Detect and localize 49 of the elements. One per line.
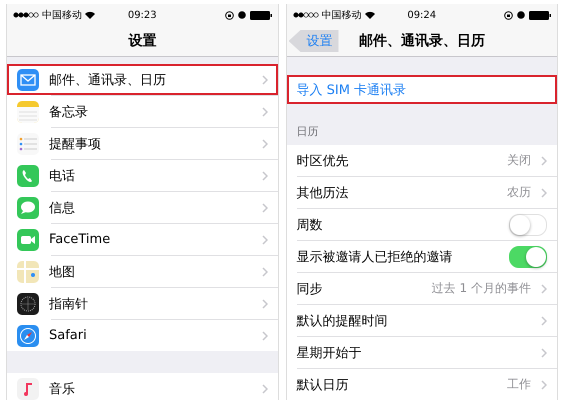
row-label: 指南针	[49, 296, 89, 312]
settings-row[interactable]: 邮件、通讯录、日历	[7, 64, 278, 95]
toggle-switch[interactable]	[509, 246, 547, 268]
nav-title: 设置	[128, 32, 156, 50]
nav-title: 邮件、通讯录、日历	[358, 32, 485, 50]
row-value: 过去 1 个月的事件	[432, 280, 531, 297]
chevron-icon	[262, 74, 268, 84]
row-label: 邮件、通讯录、日历	[49, 72, 167, 88]
chevron-icon	[262, 202, 268, 212]
import-sim-row[interactable]: 导入 SIM 卡通讯录	[286, 75, 557, 104]
status-time: 09:24	[407, 10, 436, 20]
row-value: 关闭	[507, 152, 531, 169]
wifi-icon	[364, 11, 374, 19]
chevron-icon	[262, 234, 268, 244]
row-label: 音乐	[49, 380, 76, 398]
chevron-icon	[541, 316, 547, 326]
chevron-icon	[541, 188, 547, 198]
row-label: 电话	[49, 168, 76, 184]
chevron-icon	[262, 170, 268, 180]
wifi-icon	[85, 11, 95, 19]
row-label: 备忘录	[49, 104, 89, 120]
chevron-icon	[541, 380, 547, 390]
row-value: 工作	[507, 376, 531, 393]
signal-icon	[13, 12, 39, 18]
chevron-icon	[541, 156, 547, 166]
toggle-switch[interactable]	[509, 214, 547, 236]
chevron-icon	[262, 266, 268, 276]
battery-icon	[250, 10, 272, 20]
carrier-name: 中国移动	[322, 8, 362, 22]
chevron-icon	[262, 138, 268, 148]
row-label: 提醒事项	[49, 136, 102, 152]
row-label: FaceTime	[49, 232, 112, 247]
chevron-icon	[541, 284, 547, 294]
lock-rotation-icon	[504, 10, 513, 20]
section-header: 日历	[296, 124, 318, 139]
chevron-icon	[262, 330, 268, 340]
chevron-icon	[262, 384, 268, 394]
battery-icon	[529, 10, 551, 20]
status-time: 09:23	[128, 10, 157, 20]
row-label: 信息	[49, 200, 76, 216]
row-value: 农历	[507, 184, 531, 201]
chevron-icon	[541, 348, 547, 358]
chevron-icon	[262, 298, 268, 308]
row-label: 地图	[49, 264, 76, 280]
lock-rotation-icon	[224, 10, 234, 20]
row-label: Safari	[49, 328, 88, 343]
carrier-name: 中国移动	[42, 8, 82, 22]
signal-icon	[292, 12, 318, 18]
chevron-icon	[262, 106, 268, 116]
